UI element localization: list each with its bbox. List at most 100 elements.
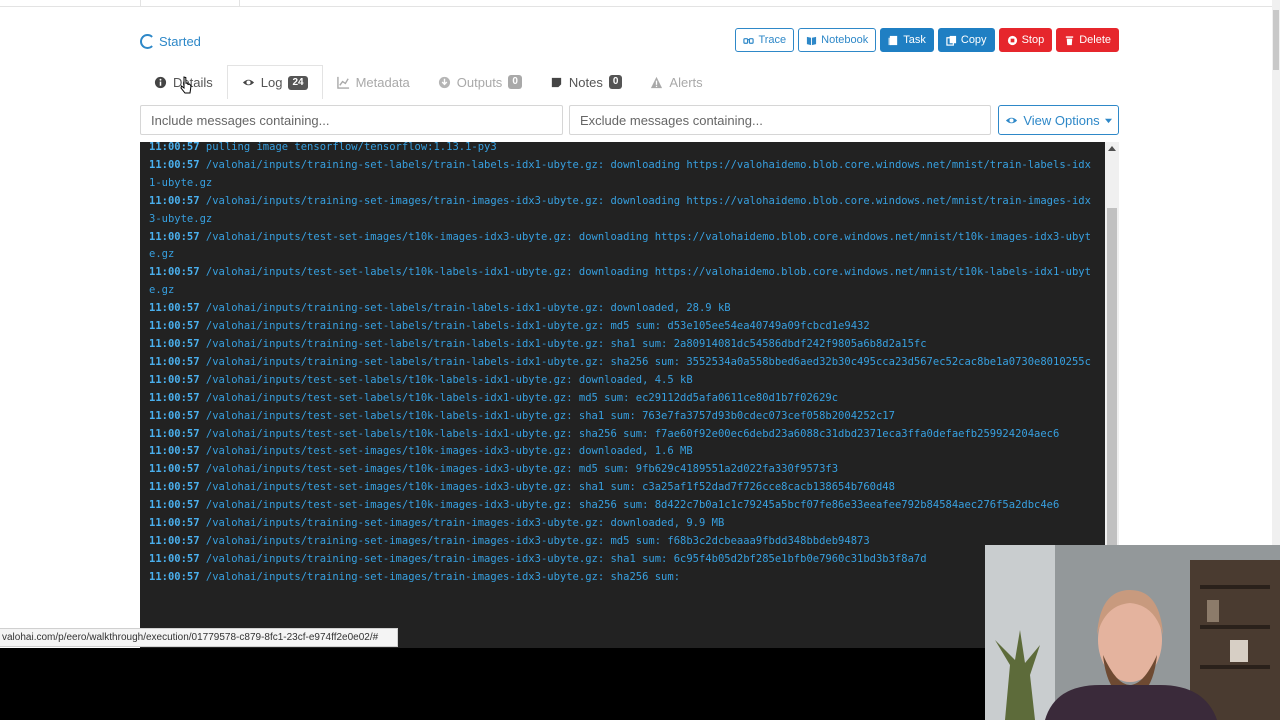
log-message: /valohai/inputs/training-set-images/trai…	[205, 517, 725, 530]
log-message: /valohai/inputs/training-set-labels/trai…	[149, 158, 1091, 189]
execution-tabs: Details Log 24 Metadata Outputs 0 Notes …	[140, 65, 1119, 99]
log-viewer[interactable]: 11:00:57 pulling image tensorflow/tensor…	[140, 142, 1105, 648]
chart-icon	[336, 76, 349, 89]
tab-metadata-label: Metadata	[355, 74, 410, 90]
book-icon	[807, 36, 817, 45]
trace-button[interactable]: Trace	[735, 28, 795, 52]
include-filter-input[interactable]	[140, 105, 563, 135]
task-icon	[888, 35, 898, 45]
tab-notes-badge: 0	[608, 75, 623, 89]
log-line: 11:00:57 /valohai/inputs/training-set-la…	[149, 157, 1096, 193]
log-message: /valohai/inputs/training-set-labels/trai…	[205, 302, 731, 315]
download-icon	[438, 76, 450, 88]
tab-alerts[interactable]: Alerts	[636, 65, 716, 99]
trash-icon	[1066, 35, 1074, 45]
exclude-filter-input[interactable]	[569, 105, 991, 135]
log-line: 11:00:57 /valohai/inputs/test-set-labels…	[149, 426, 1096, 444]
tab-details-label: Details	[173, 74, 213, 90]
log-timestamp: 11:00:57	[149, 355, 200, 368]
task-button[interactable]: Task	[880, 28, 934, 52]
log-timestamp: 11:00:57	[149, 373, 200, 386]
log-message: pulling image tensorflow/tensorflow:1.13…	[205, 142, 497, 153]
log-message: /valohai/inputs/training-set-labels/trai…	[205, 355, 1091, 368]
log-line: 11:00:57 /valohai/inputs/test-set-labels…	[149, 390, 1096, 408]
tab-notes-label: Notes	[568, 74, 603, 90]
log-line: 11:00:57 /valohai/inputs/test-set-labels…	[149, 264, 1096, 300]
tab-log-label: Log	[260, 75, 283, 90]
log-message: /valohai/inputs/test-set-images/t10k-ima…	[205, 463, 839, 476]
log-line: 11:00:57 /valohai/inputs/training-set-im…	[149, 569, 1096, 587]
log-timestamp: 11:00:57	[149, 534, 200, 547]
mouse-cursor-icon	[180, 76, 192, 94]
tab-notes[interactable]: Notes 0	[536, 65, 637, 99]
eye-icon	[242, 79, 254, 86]
log-message: /valohai/inputs/test-set-labels/t10k-lab…	[205, 427, 1060, 440]
log-line: 11:00:57 /valohai/inputs/test-set-images…	[149, 443, 1096, 461]
stop-button[interactable]: Stop	[998, 28, 1053, 52]
log-timestamp: 11:00:57	[149, 570, 200, 583]
tab-log[interactable]: Log 24	[226, 65, 323, 99]
log-timestamp: 11:00:57	[149, 230, 200, 243]
scroll-thumb[interactable]	[1107, 208, 1117, 548]
log-message: /valohai/inputs/test-set-images/t10k-ima…	[205, 445, 693, 458]
notebook-button[interactable]: Notebook	[798, 28, 877, 52]
log-lines: 11:00:57 pulling image tensorflow/tensor…	[140, 142, 1105, 587]
log-message: /valohai/inputs/test-set-labels/t10k-lab…	[205, 373, 693, 386]
log-line: 11:00:57 /valohai/inputs/training-set-la…	[149, 300, 1096, 318]
log-message: /valohai/inputs/test-set-labels/t10k-lab…	[205, 409, 895, 422]
status-label: Started	[159, 33, 201, 49]
log-message: /valohai/inputs/training-set-labels/trai…	[205, 337, 927, 350]
log-line: 11:00:57 /valohai/inputs/training-set-im…	[149, 533, 1096, 551]
log-timestamp: 11:00:57	[149, 158, 200, 171]
log-line: 11:00:57 /valohai/inputs/test-set-images…	[149, 229, 1096, 265]
scroll-up-icon[interactable]	[1108, 146, 1116, 151]
page-scroll-thumb[interactable]	[1273, 10, 1279, 70]
status-bar-url: valohai.com/p/eero/walkthrough/execution…	[0, 628, 399, 647]
tab-log-badge: 24	[288, 75, 308, 90]
log-message: /valohai/inputs/training-set-images/trai…	[205, 552, 927, 565]
note-icon	[551, 77, 562, 87]
log-timestamp: 11:00:57	[149, 517, 200, 530]
log-timestamp: 11:00:57	[149, 499, 200, 512]
eye-icon	[1006, 117, 1018, 123]
log-line: 11:00:57 /valohai/inputs/test-set-images…	[149, 497, 1096, 515]
caret-down-icon	[1104, 118, 1112, 123]
info-icon	[154, 76, 167, 88]
view-options-button[interactable]: View Options	[998, 105, 1119, 135]
tab-alerts-label: Alerts	[669, 74, 703, 90]
log-message: /valohai/inputs/training-set-images/trai…	[149, 194, 1091, 225]
stop-label: Stop	[1021, 34, 1045, 46]
log-message: /valohai/inputs/test-set-images/t10k-ima…	[205, 499, 1060, 512]
log-timestamp: 11:00:57	[149, 302, 200, 315]
log-scrollbar[interactable]	[1105, 142, 1119, 548]
log-line: 11:00:57 /valohai/inputs/training-set-im…	[149, 551, 1096, 569]
warning-icon	[651, 76, 663, 88]
top-tab[interactable]	[140, 0, 240, 7]
log-timestamp: 11:00:57	[149, 266, 200, 279]
log-message: /valohai/inputs/training-set-images/trai…	[205, 570, 681, 583]
log-timestamp: 11:00:57	[149, 320, 200, 333]
log-line: 11:00:57 /valohai/inputs/test-set-images…	[149, 461, 1096, 479]
log-line: 11:00:57 /valohai/inputs/training-set-im…	[149, 193, 1096, 229]
log-line: 11:00:57 /valohai/inputs/test-set-labels…	[149, 372, 1096, 390]
copy-label: Copy	[960, 34, 987, 46]
log-timestamp: 11:00:57	[149, 194, 200, 207]
action-toolbar: Trace Notebook Task Copy Stop Delete	[735, 28, 1119, 52]
log-timestamp: 11:00:57	[149, 391, 200, 404]
log-line: 11:00:57 /valohai/inputs/test-set-labels…	[149, 408, 1096, 426]
tab-outputs[interactable]: Outputs 0	[424, 65, 536, 99]
log-timestamp: 11:00:57	[149, 409, 200, 422]
log-line: 11:00:57 /valohai/inputs/training-set-la…	[149, 336, 1096, 354]
delete-button[interactable]: Delete	[1056, 28, 1119, 52]
log-line: 11:00:57 /valohai/inputs/test-set-images…	[149, 479, 1096, 497]
log-message: /valohai/inputs/test-set-labels/t10k-lab…	[149, 266, 1091, 297]
log-filters: View Options	[140, 105, 1119, 135]
stop-icon	[1007, 35, 1017, 45]
log-timestamp: 11:00:57	[149, 427, 200, 440]
log-line: 11:00:57 pulling image tensorflow/tensor…	[149, 142, 1096, 157]
task-label: Task	[903, 34, 926, 46]
tab-metadata[interactable]: Metadata	[323, 65, 424, 99]
notebook-label: Notebook	[821, 34, 869, 46]
log-line: 11:00:57 /valohai/inputs/training-set-im…	[149, 515, 1096, 533]
copy-button[interactable]: Copy	[937, 28, 995, 52]
